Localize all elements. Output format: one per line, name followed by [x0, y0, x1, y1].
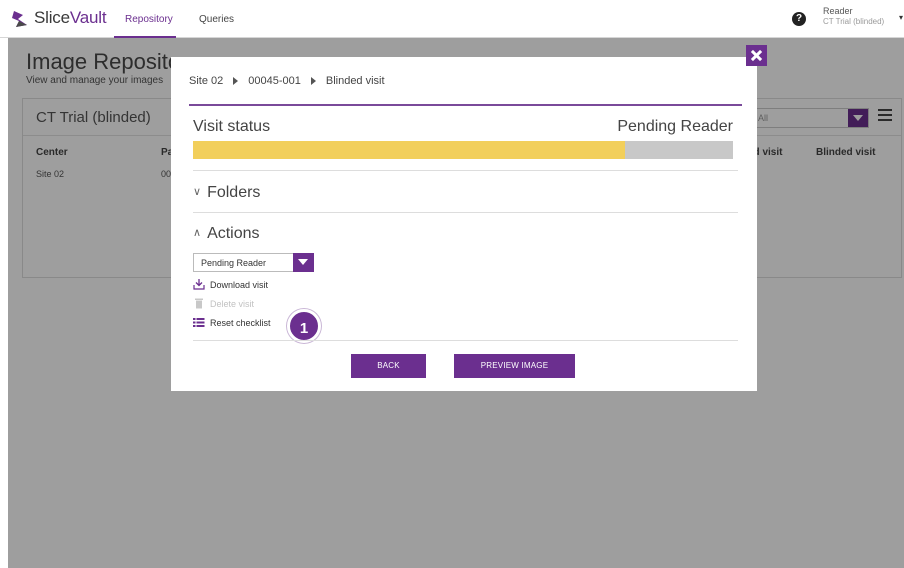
delete-visit-action: Delete visit [193, 298, 254, 312]
section-divider [193, 170, 738, 171]
section-divider [193, 212, 738, 213]
actions-section-toggle[interactable]: ∧ Actions [193, 225, 260, 243]
visit-status-select[interactable]: Pending Reader [193, 253, 314, 272]
user-menu-chevron-icon[interactable]: ▾ [899, 13, 903, 22]
breadcrumb-visit: Blinded visit [325, 75, 385, 88]
nav-queries[interactable]: Queries [199, 14, 234, 25]
visit-dialog: Site 02 00045-001 Blinded visit Visit stat… [171, 57, 757, 391]
download-icon [193, 279, 205, 290]
breadcrumb-site[interactable]: Site 02 [189, 75, 223, 87]
breadcrumb: Site 02 00045-001 Blinded visit [189, 75, 385, 91]
breadcrumb-arrow-icon [310, 77, 316, 86]
breadcrumb-arrow-icon [233, 77, 239, 86]
visit-status-value: Pending Reader [617, 118, 733, 135]
chevron-down-icon: ∨ [193, 186, 202, 198]
checklist-icon [193, 318, 205, 327]
preview-image-button[interactable]: PREVIEW IMAGE [454, 354, 575, 378]
close-icon[interactable] [746, 45, 767, 66]
visit-status-label: Visit status [193, 118, 271, 135]
header-divider [189, 104, 742, 106]
top-bar: SliceVault Repository Queries ? Reader C… [0, 0, 904, 38]
folders-section-toggle[interactable]: ∨ Folders [193, 184, 260, 202]
visit-status-progress [193, 141, 733, 159]
brand-name: SliceVault [34, 8, 107, 27]
question-circle-icon[interactable]: ? [792, 12, 806, 26]
breadcrumb-patient[interactable]: 00045-001 [248, 75, 301, 87]
nav-repository[interactable]: Repository [125, 14, 173, 25]
user-trial: CT Trial (blinded) [823, 17, 885, 26]
download-visit-action[interactable]: Download visit [193, 279, 268, 293]
slicevault-logo-icon [12, 11, 27, 27]
select-dropdown-icon[interactable] [293, 253, 314, 272]
chevron-up-icon: ∧ [193, 227, 202, 239]
user-name[interactable]: Reader [823, 6, 853, 16]
trash-icon [195, 298, 203, 309]
step-callout-badge: 1 [287, 309, 321, 343]
progress-fill [193, 141, 625, 159]
footer-divider [193, 340, 738, 341]
back-button[interactable]: BACK [351, 354, 426, 378]
reset-checklist-action[interactable]: Reset checklist [193, 317, 271, 331]
